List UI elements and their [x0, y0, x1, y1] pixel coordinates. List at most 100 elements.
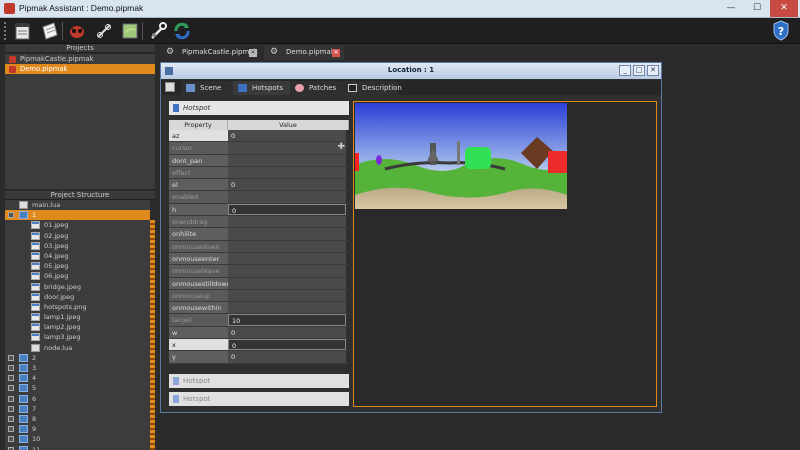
column-header-value[interactable]: Value — [228, 120, 349, 130]
project-item[interactable]: PipmakCastle.pipmak — [5, 54, 155, 64]
column-header-property[interactable]: Property — [169, 120, 228, 130]
hotspot-section-header[interactable]: Hotspot — [169, 101, 349, 115]
property-value-field[interactable] — [228, 154, 346, 166]
location-window: Location : 1 _ □ ✕ Scene Hotspots Patche… — [160, 62, 662, 413]
folder-icon — [19, 404, 28, 413]
bug-icon[interactable] — [67, 21, 87, 41]
maximize-button[interactable]: ☐ — [744, 0, 770, 17]
minimize-button[interactable]: — — [718, 0, 744, 17]
tree-item[interactable]: 03.jpeg — [5, 241, 150, 251]
tree-toggle-icon[interactable] — [8, 446, 14, 450]
property-row: az 0 — [169, 130, 349, 143]
tree-item[interactable]: 3 — [5, 363, 150, 373]
tree-toggle-icon[interactable] — [8, 212, 14, 219]
tab-description[interactable]: Description — [343, 81, 402, 95]
close-tab-icon[interactable]: ✕ — [249, 49, 257, 57]
tree-item[interactable]: 06.jpeg — [5, 271, 150, 281]
tree-item[interactable]: hotspots.png — [5, 302, 150, 312]
close-tab-icon[interactable]: ✕ — [332, 49, 340, 57]
property-value-field[interactable]: 0 — [228, 179, 346, 191]
tree-item[interactable]: node.lua — [5, 343, 150, 353]
tab-pipmakcastle[interactable]: ⚙ PipmakCastle.pipmak ✕ — [160, 45, 260, 60]
map-icon[interactable] — [120, 21, 140, 41]
property-key: h — [169, 203, 228, 216]
tree-toggle-icon[interactable] — [8, 405, 14, 412]
property-value-field[interactable]: 0 — [228, 351, 346, 363]
add-icon[interactable]: ✚ — [337, 142, 345, 153]
property-value-field[interactable]: 0 — [228, 339, 346, 351]
inner-minimize-button[interactable]: _ — [619, 65, 631, 76]
property-value-field[interactable]: 0 — [228, 130, 346, 142]
property-value-field[interactable] — [228, 191, 346, 203]
tree-toggle-icon[interactable] — [8, 436, 14, 443]
hotspot-collapsed-section[interactable]: Hotspot — [169, 392, 349, 406]
tree-item[interactable]: lamp2.jpeg — [5, 322, 150, 332]
open-project-icon[interactable] — [13, 21, 33, 41]
tree-item[interactable]: 8 — [5, 414, 150, 424]
tree-item[interactable]: 10 — [5, 434, 150, 444]
tree-item[interactable]: 11 — [5, 445, 150, 450]
tree-item[interactable]: 2 — [5, 353, 150, 363]
property-value-field[interactable]: 0 — [228, 203, 346, 216]
scrollbar-thumb[interactable] — [150, 220, 155, 450]
link-icon[interactable] — [94, 21, 114, 41]
tree-item[interactable]: lamp1.jpeg — [5, 312, 150, 322]
save-icon[interactable] — [165, 82, 175, 92]
tree-toggle-icon[interactable] — [8, 426, 14, 433]
property-value-field[interactable] — [228, 265, 346, 277]
tree-item-label: 03.jpeg — [44, 241, 69, 250]
tree-item[interactable]: 02.jpeg — [5, 231, 150, 241]
image-file-icon — [31, 333, 40, 342]
property-value-field[interactable]: 10 — [228, 314, 346, 326]
property-value-field[interactable]: 0 — [228, 326, 346, 339]
panorama-viewer[interactable] — [353, 101, 657, 407]
tree-item[interactable]: 05.jpeg — [5, 261, 150, 271]
panorama-image[interactable] — [355, 103, 567, 209]
property-value-field[interactable] — [228, 289, 346, 302]
new-file-icon[interactable] — [40, 21, 60, 41]
tree-toggle-icon[interactable] — [8, 365, 14, 371]
project-item-active[interactable]: Demo.pipmak — [5, 64, 155, 74]
tree-toggle-icon[interactable] — [8, 375, 14, 382]
tree-toggle-icon[interactable] — [8, 385, 14, 392]
tree-item[interactable]: lamp3.jpeg — [5, 332, 150, 342]
toolbar-separator — [142, 22, 143, 40]
property-value-field[interactable] — [228, 302, 346, 314]
property-value-field[interactable] — [228, 166, 346, 179]
tab-scene[interactable]: Scene — [181, 81, 233, 95]
tree-item[interactable]: main.lua — [5, 200, 150, 210]
tools-icon[interactable] — [148, 21, 168, 41]
tree-item[interactable]: bridge.jpeg — [5, 282, 150, 292]
property-value-field[interactable] — [228, 240, 346, 252]
property-value-field[interactable] — [228, 277, 346, 289]
image-file-icon — [31, 313, 40, 322]
tab-hotspots[interactable]: Hotspots — [233, 81, 290, 95]
property-value-field[interactable]: ✚ — [228, 142, 346, 154]
tree-item[interactable]: 04.jpeg — [5, 251, 150, 261]
tab-label: Scene — [200, 84, 222, 92]
tree-toggle-icon[interactable] — [8, 395, 14, 402]
property-value-field[interactable] — [228, 216, 346, 228]
tree-item[interactable]: 6 — [5, 394, 150, 404]
help-icon[interactable]: ? — [772, 20, 790, 41]
tree-item[interactable]: 5 — [5, 383, 150, 393]
toolbar-grip[interactable] — [4, 22, 7, 40]
tab-patches[interactable]: Patches — [290, 81, 343, 95]
refresh-icon[interactable] — [172, 21, 192, 41]
inner-close-button[interactable]: ✕ — [647, 65, 659, 76]
tree-item[interactable]: 9 — [5, 424, 150, 434]
inner-maximize-button[interactable]: □ — [633, 65, 645, 76]
tab-demo[interactable]: ⚙ Demo.pipmak ✕ — [264, 45, 344, 60]
tree-toggle-icon[interactable] — [8, 415, 14, 422]
tree-item[interactable]: 1 — [5, 210, 150, 221]
tree-item[interactable]: 01.jpeg — [5, 220, 150, 230]
structure-scrollbar[interactable] — [150, 200, 155, 450]
tree-item[interactable]: 7 — [5, 404, 150, 414]
tree-toggle-icon[interactable] — [8, 354, 14, 361]
tree-item[interactable]: door.jpeg — [5, 292, 150, 302]
property-value-field[interactable] — [228, 252, 346, 265]
close-button[interactable]: ✕ — [770, 0, 798, 17]
property-value-field[interactable] — [228, 228, 346, 240]
tree-item[interactable]: 4 — [5, 373, 150, 383]
hotspot-collapsed-section[interactable]: Hotspot — [169, 374, 349, 388]
